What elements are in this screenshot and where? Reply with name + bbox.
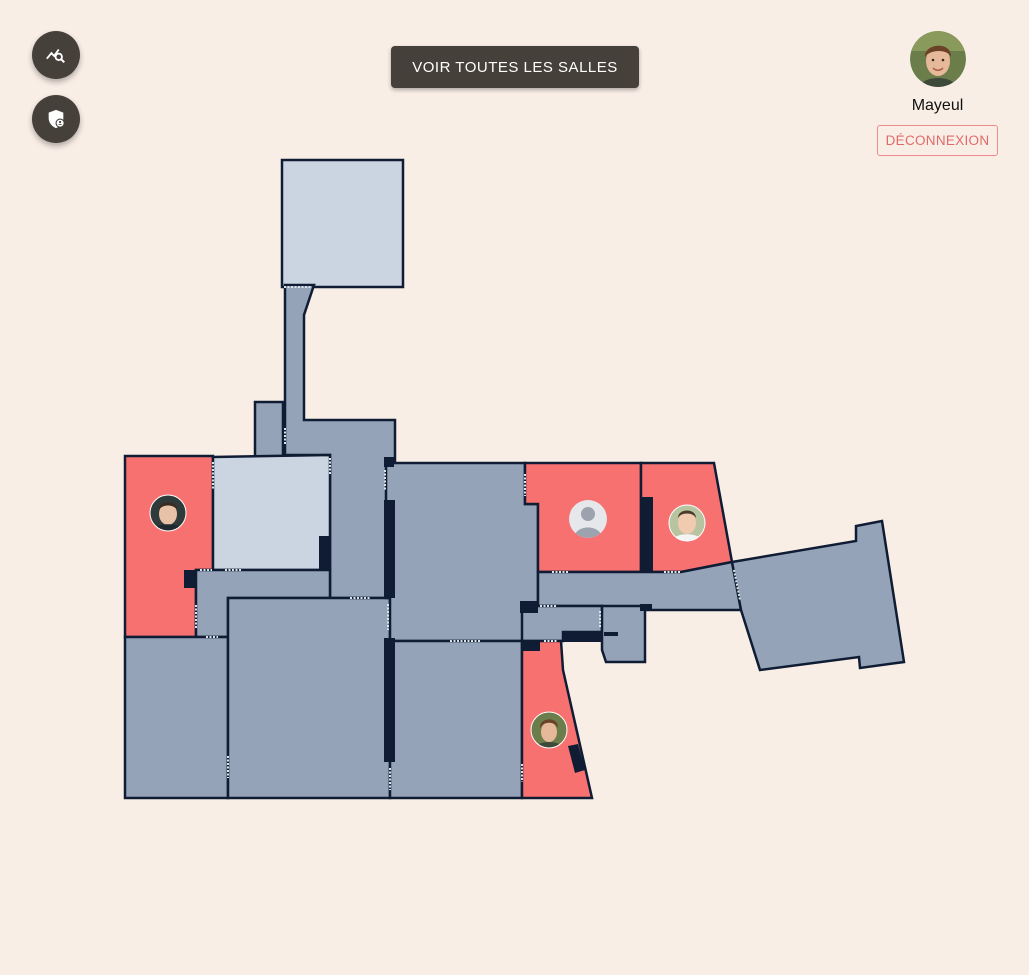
occupant-avatar[interactable] [530,711,568,749]
room-east-wing[interactable] [730,519,906,672]
occupant-avatar[interactable] [668,504,706,542]
room-south-center[interactable] [226,596,392,800]
room-center-south[interactable] [388,639,524,800]
default-user-silhouette-icon[interactable] [569,500,607,538]
floor-plan [123,158,906,800]
occupant-avatar[interactable] [149,494,187,532]
room-south-west[interactable] [123,635,230,800]
room-north-small[interactable] [253,400,285,459]
room-north-tower[interactable] [280,158,405,289]
room-center-west-light[interactable] [211,453,332,572]
room-center[interactable] [384,461,540,643]
